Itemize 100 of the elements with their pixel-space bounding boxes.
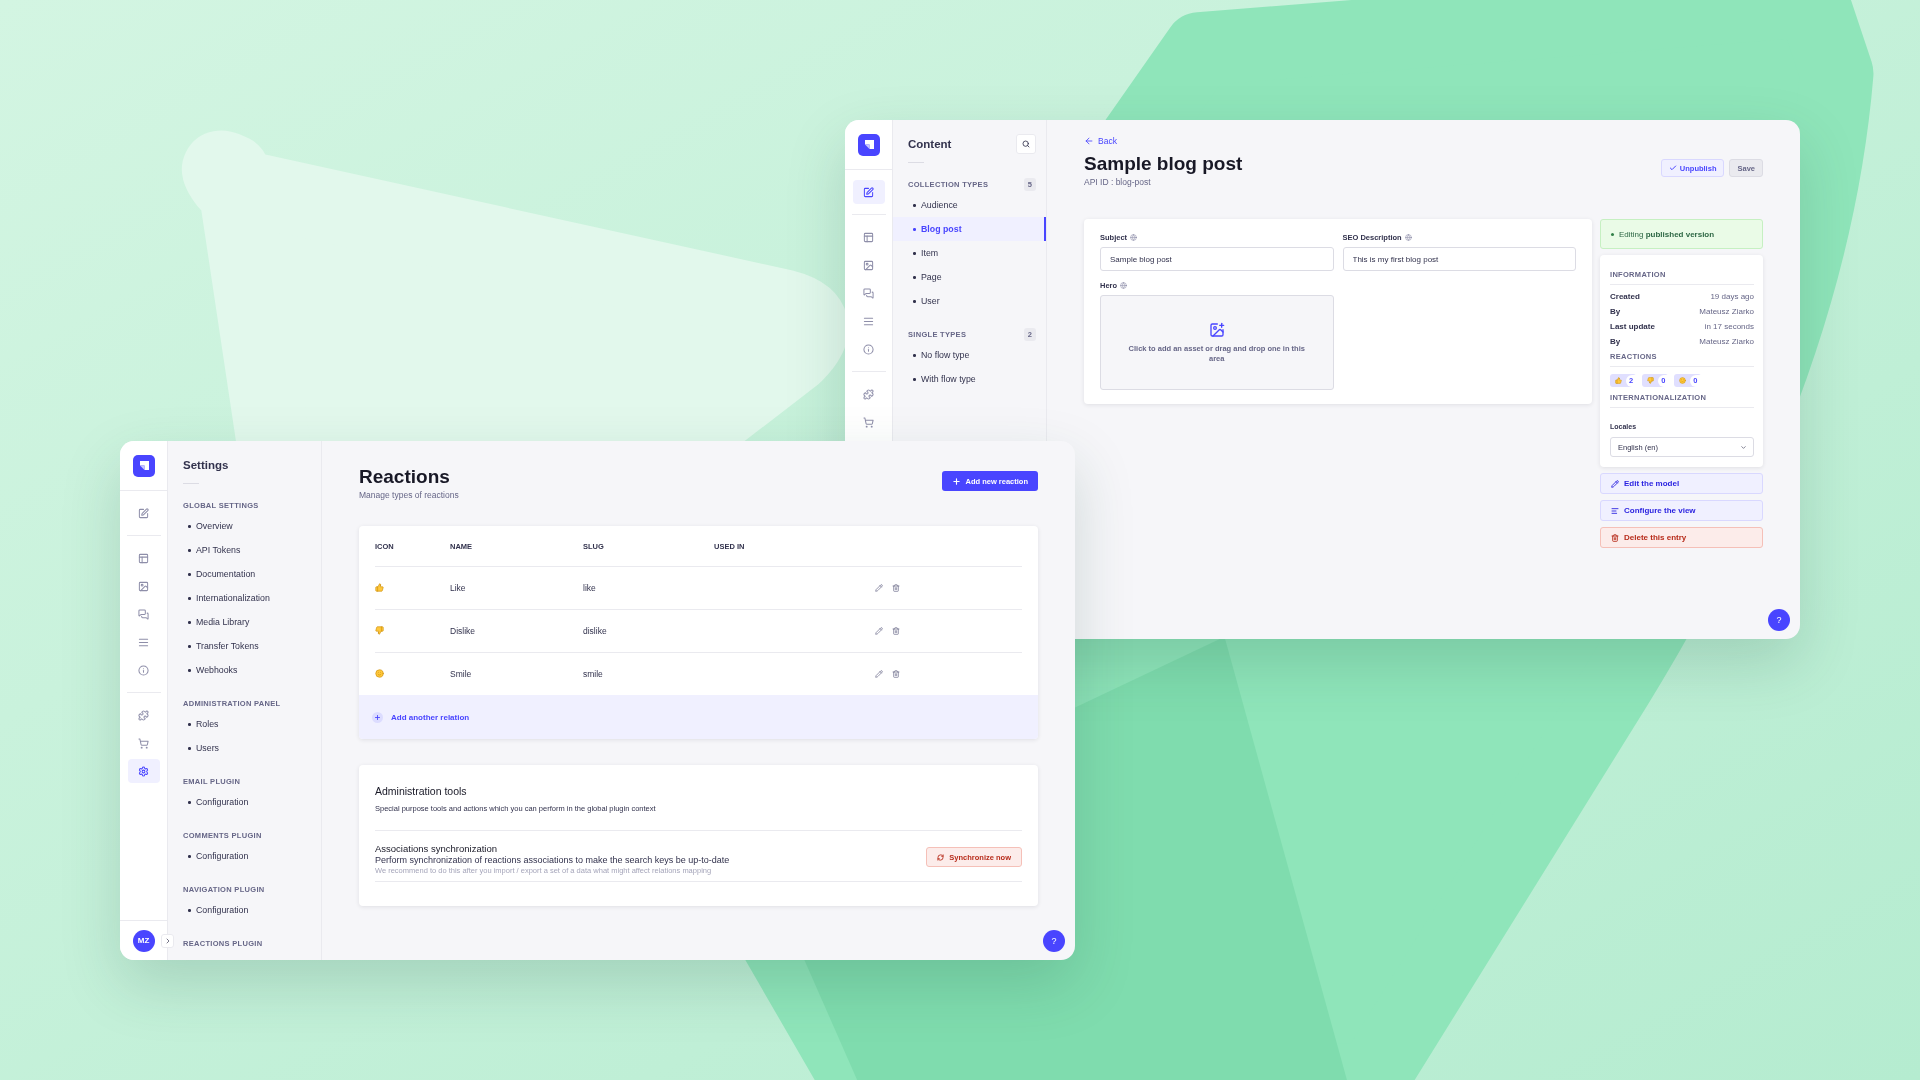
nav-item[interactable]: Blog post <box>893 217 1046 241</box>
tool-description: Perform synchronization of reactions associations to make the search keys be up-to-date <box>375 855 730 865</box>
user-avatar[interactable]: MZ <box>132 929 155 952</box>
nav-item[interactable]: Documentation <box>168 562 321 586</box>
delete-button[interactable] <box>892 627 900 635</box>
nav-item[interactable]: Transfer Tokens <box>168 634 321 658</box>
logo-icon <box>132 454 155 477</box>
logo-icon <box>857 133 880 156</box>
list-icon <box>863 315 874 327</box>
search-icon <box>1022 140 1030 148</box>
edit-button[interactable] <box>875 627 883 635</box>
layout-icon <box>138 552 149 564</box>
info-label: Last update <box>1610 322 1655 331</box>
chat-icon <box>863 287 874 299</box>
tool-title: Associations synchronization <box>375 843 498 854</box>
globe-icon <box>1120 282 1128 289</box>
table-cell-text: smile <box>583 669 604 679</box>
nav-title: Content <box>908 138 952 150</box>
nav-item[interactable]: Webhooks <box>168 658 321 682</box>
pencil-icon <box>875 670 883 678</box>
cart-icon <box>863 416 874 428</box>
page-title: Reactions <box>359 466 451 488</box>
table-cell-text: dislike <box>583 626 608 636</box>
nav-item[interactable]: Overview <box>168 514 321 538</box>
api-id: API ID : blog-post <box>1084 177 1152 187</box>
thumbs-down-icon <box>1647 377 1655 384</box>
info-icon <box>863 343 874 355</box>
nav-item[interactable]: Users <box>168 736 321 760</box>
info-value: Mateusz Ziarko <box>1699 307 1754 316</box>
info-value: 19 days ago <box>1710 292 1754 301</box>
help-button[interactable]: ? <box>1043 930 1065 952</box>
nav-item[interactable]: Roles <box>168 712 321 736</box>
info-label: Created <box>1610 292 1640 301</box>
smiley-icon <box>1679 377 1687 384</box>
caret-icon <box>1740 443 1747 451</box>
thumbs-up-icon <box>1615 377 1622 384</box>
info-value: Mateusz Ziarko <box>1699 337 1754 346</box>
globe-icon <box>1404 234 1412 241</box>
layout-icon <box>863 231 874 243</box>
edit-icon <box>138 507 149 519</box>
trash-icon <box>892 627 900 635</box>
nav-item[interactable]: Audience <box>893 193 1046 217</box>
nav-item[interactable]: User <box>893 289 1046 313</box>
check-icon <box>1668 164 1677 172</box>
table-cell-text: like <box>583 583 597 593</box>
thumbs-down-icon <box>375 625 384 635</box>
configure-view-button[interactable]: Configure the view <box>1600 500 1763 521</box>
add-relation-button[interactable]: Add another relation <box>359 695 1038 739</box>
page-title: Sample blog post <box>1084 153 1243 175</box>
nav-item[interactable]: With flow type <box>893 367 1046 391</box>
delete-entry-button[interactable]: Delete this entry <box>1600 527 1763 548</box>
chat-icon <box>138 608 149 620</box>
image-icon <box>863 259 874 271</box>
expand-button[interactable] <box>161 934 174 948</box>
list-icon <box>138 636 149 648</box>
trash-icon <box>892 670 900 678</box>
nav-item[interactable]: Item <box>893 241 1046 265</box>
table-cell-text: Smile <box>450 669 473 679</box>
nav-item[interactable]: API Tokens <box>168 538 321 562</box>
back-link[interactable]: Back <box>1084 136 1117 146</box>
edit-button[interactable] <box>875 584 883 592</box>
info-value: in 17 seconds <box>1704 322 1754 331</box>
pencil-icon <box>875 627 883 635</box>
table-cell-text: Dislike <box>450 626 477 636</box>
search-button[interactable] <box>1016 134 1036 154</box>
puzzle-icon <box>138 709 149 721</box>
nav-item[interactable]: Configuration <box>168 790 321 814</box>
info-icon <box>138 664 149 676</box>
edit-button[interactable] <box>875 670 883 678</box>
sidebar-link[interactable] <box>127 759 160 783</box>
nav-item[interactable]: Media Library <box>168 610 321 634</box>
nav-title: Settings <box>183 459 229 471</box>
text-field[interactable]: This is my first blog post <box>1342 247 1576 271</box>
info-label: By <box>1610 337 1621 346</box>
trash-icon <box>1611 533 1619 542</box>
puzzle-icon <box>863 388 874 400</box>
table-cell-text: Like <box>450 583 467 593</box>
globe-icon <box>1130 234 1138 241</box>
plus-icon <box>952 476 962 486</box>
image-plus-icon <box>1208 321 1225 338</box>
edit-model-button[interactable]: Edit the model <box>1600 473 1763 494</box>
card-title: Administration tools <box>375 785 468 797</box>
info-label: By <box>1610 307 1621 316</box>
plus-icon <box>374 713 381 721</box>
nav-item[interactable]: Page <box>893 265 1046 289</box>
settings-icon <box>138 765 149 777</box>
image-icon <box>138 580 149 592</box>
delete-button[interactable] <box>892 584 900 592</box>
text-field[interactable]: Sample blog post <box>1100 247 1334 271</box>
nav-item[interactable]: Configuration <box>168 844 321 868</box>
pencil-icon <box>875 584 883 592</box>
nav-item[interactable]: Configuration <box>168 898 321 922</box>
nav-item[interactable]: No flow type <box>893 343 1046 367</box>
nav-item[interactable]: Internationalization <box>168 586 321 610</box>
arrow-left-icon <box>1084 136 1094 146</box>
sidebar-link[interactable] <box>852 180 885 204</box>
help-button[interactable]: ? <box>1768 609 1790 631</box>
thumbs-up-icon <box>375 582 384 592</box>
delete-button[interactable] <box>892 670 900 678</box>
trash-icon <box>892 584 900 592</box>
